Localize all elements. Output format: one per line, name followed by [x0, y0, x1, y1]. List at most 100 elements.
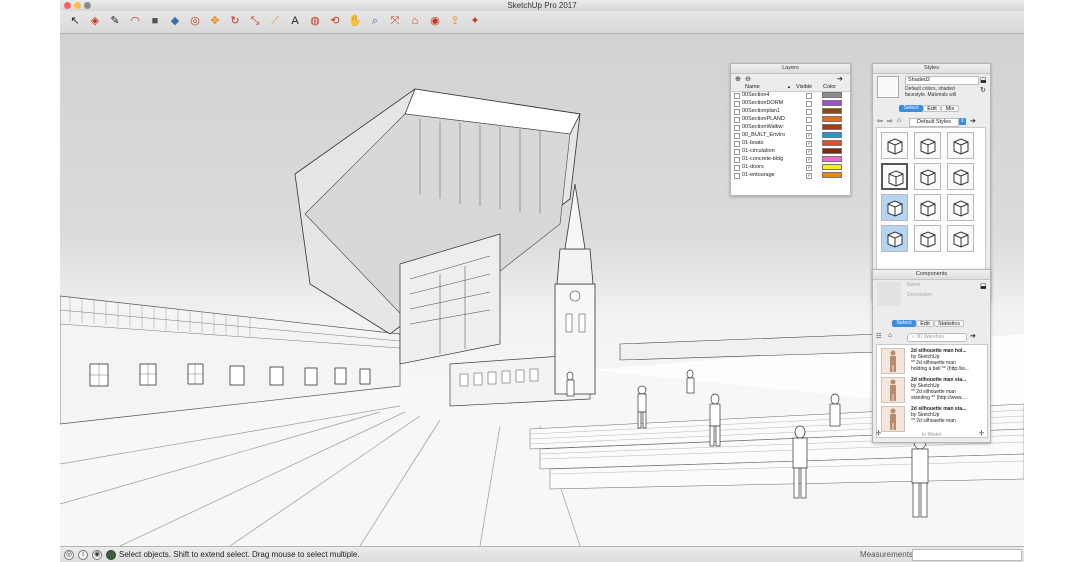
user-account-icon[interactable]: ◉: [92, 550, 102, 560]
layer-visible-checkbox[interactable]: [806, 109, 812, 115]
style-thumbnail[interactable]: [881, 163, 908, 190]
style-thumbnail[interactable]: [947, 163, 974, 190]
layer-active-radio[interactable]: [734, 173, 740, 179]
paint-bucket-icon[interactable]: ◍: [308, 14, 322, 28]
style-thumbnail[interactable]: [947, 194, 974, 221]
layer-visible-checkbox[interactable]: ✓: [806, 165, 812, 171]
layer-row[interactable]: 00SectionPLAND: [734, 116, 844, 123]
rotate-tool-icon[interactable]: ↻: [228, 14, 242, 28]
layer-visible-checkbox[interactable]: ✓: [806, 141, 812, 147]
component-list-item[interactable]: 2d silhouette man hol... by SketchUp ** 2d…: [881, 348, 985, 376]
style-thumbnail[interactable]: [947, 132, 974, 159]
layer-color-swatch[interactable]: [822, 156, 842, 162]
navigation-home-icon[interactable]: ⌂: [888, 332, 892, 339]
style-thumbnail[interactable]: [914, 132, 941, 159]
layers-header-visible[interactable]: Visible: [796, 84, 812, 90]
style-thumbnail[interactable]: [947, 225, 974, 252]
arc-tool-icon[interactable]: ◠: [128, 14, 142, 28]
add-layer-icon[interactable]: ⊕: [735, 75, 741, 83]
layer-row[interactable]: 01-boats ✓: [734, 140, 844, 147]
layer-color-swatch[interactable]: [822, 92, 842, 98]
pan-tool-icon[interactable]: ✋: [348, 14, 362, 28]
layer-visible-checkbox[interactable]: ✓: [806, 133, 812, 139]
component-description-field[interactable]: Description: [907, 292, 932, 298]
layer-row[interactable]: 01-concrete-bldg ✓: [734, 156, 844, 163]
layer-color-swatch[interactable]: [822, 100, 842, 106]
tape-measure-icon[interactable]: ⟋: [268, 14, 282, 28]
layer-active-radio[interactable]: [734, 165, 740, 171]
style-thumbnail[interactable]: [881, 132, 908, 159]
layer-visible-checkbox[interactable]: [806, 125, 812, 131]
pencil-tool-icon[interactable]: ✎: [108, 14, 122, 28]
view-options-icon[interactable]: ☷: [876, 333, 881, 340]
layer-active-radio[interactable]: [734, 149, 740, 155]
offset-tool-icon[interactable]: ◎: [188, 14, 202, 28]
layer-row[interactable]: 00_BUILT_Enviro ✓: [734, 132, 844, 139]
layer-active-radio[interactable]: [734, 133, 740, 139]
layer-active-radio[interactable]: [734, 125, 740, 131]
layer-color-swatch[interactable]: [822, 132, 842, 138]
component-list-item[interactable]: 2d silhouette man sta... by SketchUp ** 2d…: [881, 377, 985, 405]
zoom-extents-icon[interactable]: ⤧: [388, 14, 402, 28]
layers-header-name[interactable]: Name: [745, 84, 760, 90]
styles-tab-edit[interactable]: Edit: [923, 105, 941, 112]
layer-row[interactable]: 00Section4: [734, 92, 844, 99]
style-thumbnail[interactable]: [914, 194, 941, 221]
layer-row[interactable]: 00SectionWalkw:: [734, 124, 844, 131]
layer-active-radio[interactable]: [734, 141, 740, 147]
layer-row[interactable]: 01-entourage ✓: [734, 172, 844, 179]
layer-color-swatch[interactable]: [822, 140, 842, 146]
orbit-tool-icon[interactable]: ⟲: [328, 14, 342, 28]
layer-active-radio[interactable]: [734, 93, 740, 99]
layer-active-radio[interactable]: [734, 157, 740, 163]
style-collection-select[interactable]: Default Styles: [909, 118, 959, 127]
component-list-item[interactable]: 2d silhouette man sta... by SketchUp ** 2d…: [881, 406, 985, 434]
layer-active-radio[interactable]: [734, 101, 740, 107]
update-style-icon[interactable]: ⬓: [980, 76, 987, 84]
components-tab-select[interactable]: Select: [892, 320, 916, 327]
forward-arrow-icon[interactable]: ⇨: [887, 117, 893, 125]
style-thumbnail[interactable]: [914, 225, 941, 252]
layer-color-swatch[interactable]: [822, 172, 842, 178]
eraser-tool-icon[interactable]: ◈: [88, 14, 102, 28]
warehouse-icon[interactable]: ⌂: [408, 14, 422, 28]
measurements-input[interactable]: [912, 549, 1022, 561]
components-tab-edit[interactable]: Edit: [916, 320, 934, 327]
shape-tool-icon[interactable]: ■: [148, 14, 162, 28]
layer-color-swatch[interactable]: [822, 148, 842, 154]
layer-color-swatch[interactable]: [822, 108, 842, 114]
layer-row[interactable]: 00Sectionplan1: [734, 108, 844, 115]
back-arrow-icon[interactable]: ⇦: [877, 117, 883, 125]
layout-icon[interactable]: ✦: [468, 14, 482, 28]
layer-visible-checkbox[interactable]: [806, 117, 812, 123]
layers-details-icon[interactable]: ➔: [837, 75, 843, 83]
styles-tab-mix[interactable]: Mix: [941, 105, 959, 112]
style-thumbnail[interactable]: [914, 163, 941, 190]
geo-location-icon[interactable]: ◎: [64, 550, 74, 560]
component-search-input[interactable]: ⌕ 3D Warehou: [907, 333, 967, 342]
layer-color-swatch[interactable]: [822, 124, 842, 130]
zoom-tool-icon[interactable]: ⌕: [368, 14, 382, 28]
style-name-field[interactable]: Shaded2: [905, 76, 979, 85]
component-update-icon[interactable]: ⬓: [980, 282, 987, 290]
layer-color-swatch[interactable]: [822, 116, 842, 122]
collection-dropdown-icon[interactable]: ⇕: [959, 118, 966, 125]
scale-tool-icon[interactable]: ⤡: [248, 14, 262, 28]
style-thumbnail[interactable]: [881, 225, 908, 252]
layer-visible-checkbox[interactable]: ✓: [806, 149, 812, 155]
extension-status-icon[interactable]: [106, 550, 116, 560]
push-pull-tool-icon[interactable]: ◆: [168, 14, 182, 28]
modeling-viewport[interactable]: Layers ⊕ ⊖ ➔ Name ▲ Visible Color 00Sect…: [60, 34, 1024, 546]
delete-layer-icon[interactable]: ⊖: [745, 75, 751, 83]
layer-visible-checkbox[interactable]: ✓: [806, 157, 812, 163]
collection-details-icon[interactable]: ➔: [970, 117, 976, 125]
info-icon[interactable]: i: [78, 550, 88, 560]
text-tool-icon[interactable]: A: [288, 14, 302, 28]
layer-row[interactable]: 01-doors ✓: [734, 164, 844, 171]
sort-ascending-icon[interactable]: ▲: [787, 84, 791, 89]
style-thumbnail[interactable]: [881, 194, 908, 221]
layer-active-radio[interactable]: [734, 117, 740, 123]
layer-visible-checkbox[interactable]: [806, 93, 812, 99]
refresh-style-icon[interactable]: ↻: [980, 86, 986, 94]
layers-header-color[interactable]: Color: [823, 84, 836, 90]
